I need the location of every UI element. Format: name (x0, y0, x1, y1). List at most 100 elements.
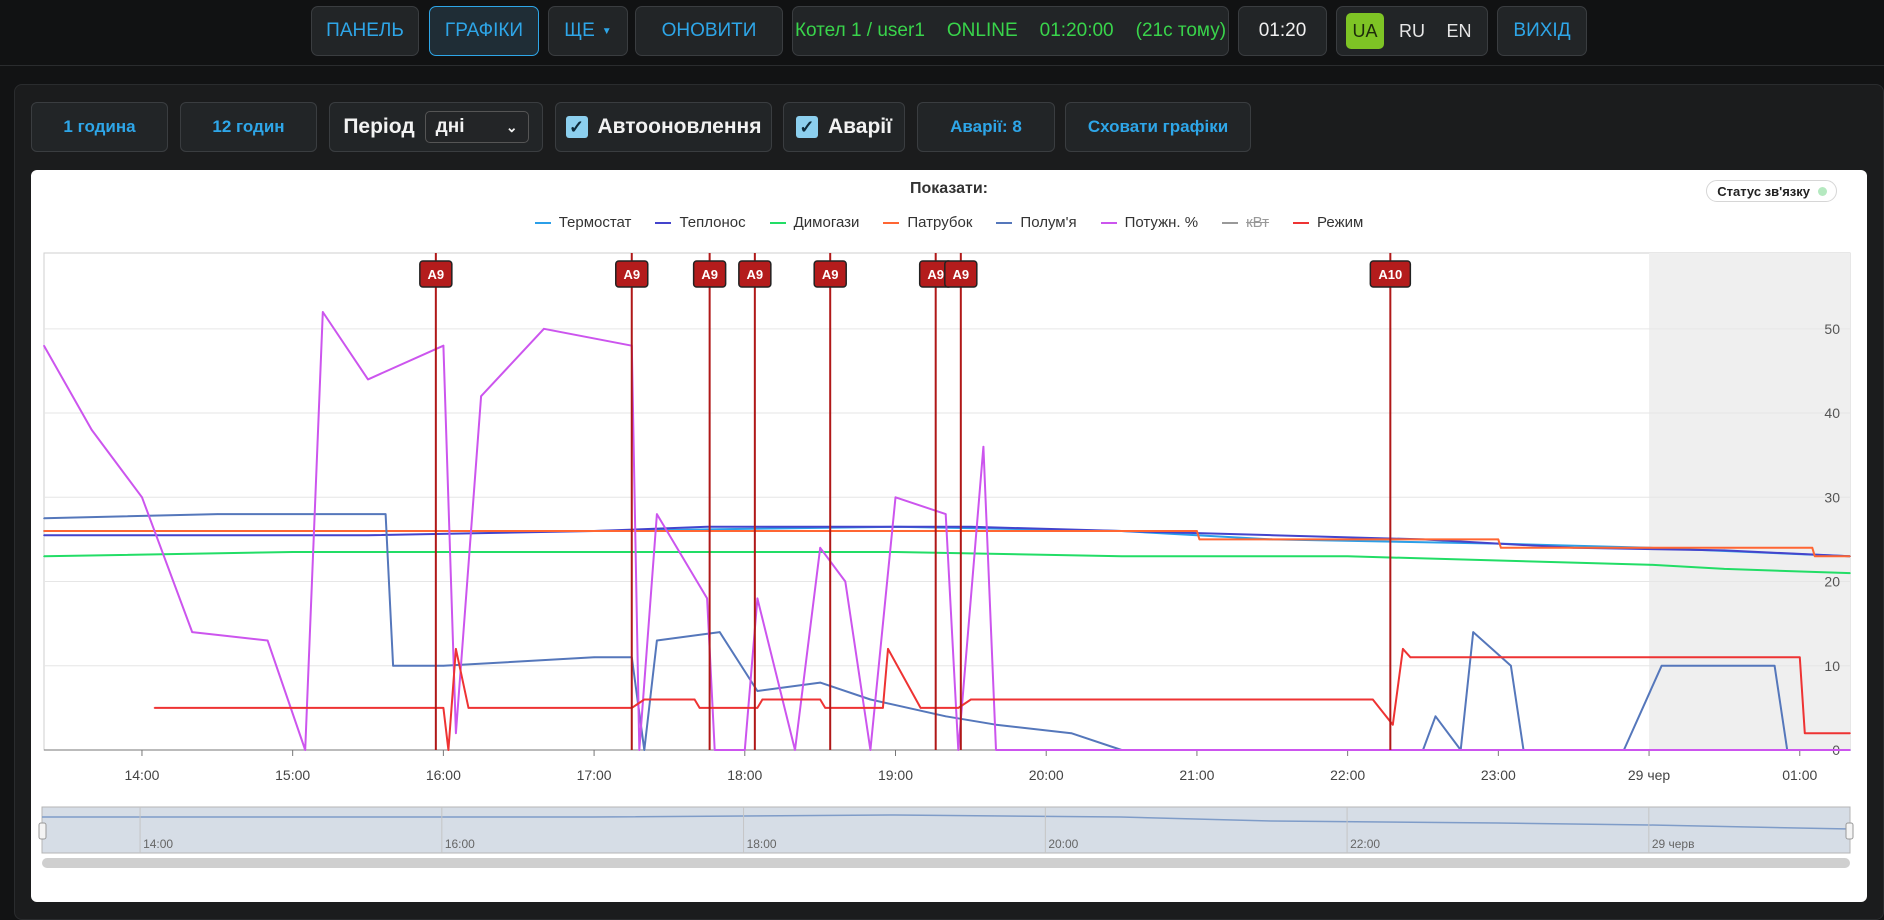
alarm-label: A9 (927, 267, 944, 282)
data-point (442, 344, 445, 347)
x-tick-label: 16:00 (426, 767, 461, 783)
data-point (819, 547, 821, 549)
y-tick-label: 20 (1824, 574, 1840, 590)
data-point (1814, 555, 1816, 558)
data-point (1497, 559, 1500, 562)
data-point (216, 513, 219, 515)
data-point (706, 525, 708, 528)
line-chart: 0102030405014:00 15:00 16:00 17:00 18:00 19:0… (38, 252, 1854, 868)
navigator-tick-label: 20:00 (1048, 837, 1078, 851)
data-point (698, 707, 701, 709)
x-tick-label: 22:00 (1330, 767, 1365, 783)
data-point (1472, 631, 1475, 633)
data-point (43, 534, 45, 536)
navigator-tick-label: 16:00 (445, 837, 475, 851)
series-line (43, 311, 1850, 751)
data-point (43, 517, 45, 520)
data-point (367, 378, 369, 381)
navigator-left-handle[interactable] (38, 822, 47, 840)
data-point (593, 551, 595, 553)
data-point (90, 429, 93, 431)
data-point (1392, 723, 1394, 726)
data-point (1346, 538, 1349, 541)
x-tick-label: 14:00 (124, 767, 159, 783)
alarm-label: A9 (822, 267, 839, 282)
data-point (467, 707, 470, 709)
alarm-label: A10 (1378, 267, 1402, 282)
data-point (1510, 664, 1512, 667)
shaded-region (1649, 253, 1850, 750)
navigator-scrollbar[interactable] (42, 858, 1850, 868)
data-point (1371, 698, 1374, 701)
data-point (982, 445, 985, 448)
data-point (1648, 563, 1650, 566)
data-point (882, 707, 884, 709)
data-point (153, 707, 156, 709)
data-point (447, 749, 450, 751)
data-point (1798, 656, 1801, 659)
data-point (761, 698, 764, 701)
data-point (1198, 538, 1201, 541)
data-point (919, 707, 922, 709)
x-tick-label: 15:00 (275, 767, 310, 783)
data-point (1849, 555, 1851, 558)
data-point (957, 749, 960, 751)
data-point (693, 698, 696, 701)
data-point (819, 698, 821, 701)
data-point (442, 707, 445, 709)
x-tick-label: 19:00 (878, 767, 913, 783)
data-point (1660, 664, 1663, 667)
data-point (1500, 547, 1502, 549)
data-point (1120, 555, 1123, 558)
x-tick-label: 20:00 (1029, 767, 1064, 783)
x-tick-label: 18:00 (727, 767, 762, 783)
data-point (1402, 648, 1404, 650)
navigator-tick-label: 14:00 (143, 837, 173, 851)
data-point (869, 749, 872, 751)
data-point (944, 715, 947, 718)
navigator-right-handle[interactable] (1845, 822, 1854, 840)
data-point (1723, 549, 1726, 552)
x-tick-label: 29 чер (1628, 767, 1671, 783)
data-point (1849, 732, 1851, 734)
data-point (643, 749, 646, 751)
data-point (1811, 547, 1814, 549)
data-point (944, 513, 947, 515)
alarm-label: A9 (428, 267, 445, 282)
data-point (43, 344, 45, 347)
data-point (844, 580, 847, 583)
data-point (480, 395, 482, 398)
alarm-label: A9 (747, 267, 764, 282)
data-point (713, 749, 716, 751)
navigator-tick-label: 22:00 (1350, 837, 1380, 851)
data-point (756, 707, 759, 709)
data-point (367, 534, 369, 536)
data-point (141, 496, 143, 499)
data-point (970, 698, 972, 701)
data-point (970, 525, 972, 528)
y-tick-label: 10 (1824, 658, 1840, 674)
data-point (442, 664, 445, 667)
data-point (442, 530, 445, 532)
data-point (1849, 572, 1851, 574)
data-point (1723, 568, 1726, 570)
y-tick-label: 50 (1824, 321, 1840, 337)
data-point (894, 496, 897, 499)
data-point (322, 311, 324, 313)
data-point (794, 749, 796, 751)
y-tick-label: 30 (1824, 489, 1840, 505)
y-tick-label: 40 (1824, 405, 1840, 421)
data-point (291, 551, 294, 553)
data-point (706, 597, 708, 600)
navigator-tick-label: 18:00 (747, 837, 777, 851)
data-point (1773, 664, 1776, 667)
data-point (824, 707, 826, 709)
data-point (455, 648, 457, 650)
data-point (1045, 749, 1048, 751)
data-point (1409, 656, 1412, 659)
navigator-area (41, 806, 1851, 854)
data-point (656, 639, 658, 642)
x-tick-label: 17:00 (577, 767, 612, 783)
data-point (656, 513, 658, 515)
data-point (1271, 534, 1274, 536)
